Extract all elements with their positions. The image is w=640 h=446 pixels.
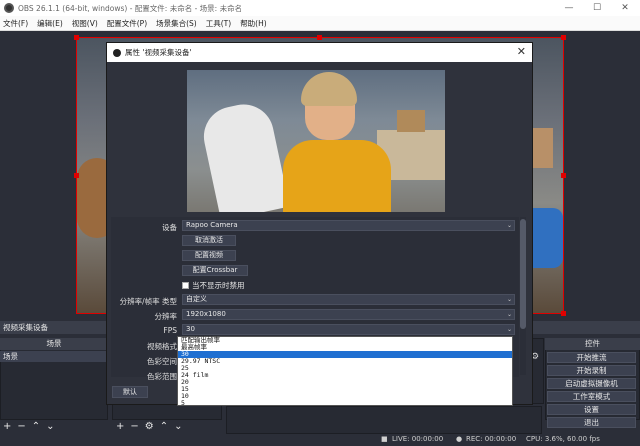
chevron-up-icon[interactable]: ⌃ <box>160 421 168 432</box>
configure-video-button[interactable]: 配置视频 <box>182 250 236 261</box>
live-timer: LIVE: 00:00:00 <box>392 435 444 443</box>
res-type-label: 分辨率/帧率 类型 <box>119 297 177 306</box>
minus-icon[interactable]: − <box>130 421 138 432</box>
menu-scene-collection[interactable]: 场景集合(S) <box>156 18 197 29</box>
list-item[interactable]: 29.97 NTSC <box>178 358 512 365</box>
menu-tools[interactable]: 工具(T) <box>206 18 231 29</box>
dialog-titlebar: 属性 '视频采集设备' ✕ <box>107 43 532 62</box>
menu-edit[interactable]: 编辑(E) <box>37 18 63 29</box>
chevron-down-icon: ⌄ <box>506 326 512 333</box>
start-streaming-button[interactable]: 开始推流 <box>547 352 636 363</box>
list-item[interactable]: 20 <box>178 379 512 386</box>
preview-image-detail <box>397 110 425 132</box>
source-name: 视频采集设备 <box>3 323 48 332</box>
fps-dropdown-list[interactable]: 匹配输出帧率 最高帧率 30 29.97 NTSC 25 24 film 20 … <box>177 336 513 407</box>
menu-help[interactable]: 帮助(H) <box>240 18 267 29</box>
resolution-select[interactable]: 1920x1080 ⌄ <box>182 309 515 320</box>
plus-icon[interactable]: + <box>116 421 124 432</box>
cpu-fps-readout: CPU: 3.6%, 60.00 fps <box>526 435 600 443</box>
properties-scrollbar[interactable] <box>520 217 526 375</box>
color-range-label: 色彩范围 <box>147 372 177 381</box>
list-item[interactable]: 最高帧率 <box>178 344 512 351</box>
gear-icon[interactable]: ⚙ <box>145 421 154 432</box>
rec-status-icon: ● <box>456 435 463 443</box>
controls-header: 控件 <box>545 338 640 350</box>
close-icon[interactable]: ✕ <box>517 45 526 58</box>
list-item[interactable]: 24 film <box>178 372 512 379</box>
resolution-value: 1920x1080 <box>186 310 226 318</box>
fps-label: FPS <box>163 326 177 335</box>
configure-crossbar-button[interactable]: 配置Crossbar <box>182 265 248 276</box>
chevron-down-icon[interactable]: ⌄ <box>174 421 182 432</box>
fps-value: 30 <box>186 325 195 333</box>
list-item[interactable]: 场景 <box>0 351 108 362</box>
list-item[interactable]: 30 <box>178 351 512 358</box>
list-item[interactable]: 匹配输出帧率 <box>178 337 512 344</box>
window-title: OBS 26.1.1 (64-bit, windows) - 配置文件: 未命名… <box>18 3 243 13</box>
preview-image-detail <box>301 72 357 106</box>
video-format-label: 视频格式 <box>147 342 177 351</box>
scenes-toolbar: + − ⌃ ⌄ <box>3 419 61 433</box>
plus-icon[interactable]: + <box>3 421 11 432</box>
menu-bar: 文件(F) 编辑(E) 视图(V) 配置文件(P) 场景集合(S) 工具(T) … <box>0 16 640 31</box>
deactivate-when-hidden-checkbox[interactable]: 当不显示时禁用 <box>182 280 245 291</box>
mixer-panel <box>226 406 542 434</box>
checkbox-box[interactable] <box>182 282 189 289</box>
preview-image-detail <box>283 140 391 212</box>
obs-logo-icon <box>113 48 121 57</box>
list-item[interactable]: 10 <box>178 393 512 400</box>
resize-handle[interactable] <box>561 35 566 40</box>
device-label: 设备 <box>162 223 177 232</box>
menu-view[interactable]: 视图(V) <box>72 18 98 29</box>
defaults-button[interactable]: 默认 <box>112 386 148 398</box>
settings-button[interactable]: 设置 <box>547 404 636 415</box>
exit-button[interactable]: 退出 <box>547 417 636 428</box>
device-value: Rapoo Camera <box>186 221 238 229</box>
start-virtual-camera-button[interactable]: 启动虚拟摄像机 <box>547 378 636 389</box>
deactivate-button[interactable]: 取消激活 <box>182 235 236 246</box>
menu-profile[interactable]: 配置文件(P) <box>107 18 147 29</box>
chevron-down-icon[interactable]: ⌄ <box>46 421 54 432</box>
fps-select[interactable]: 30 ⌄ <box>182 324 515 335</box>
resize-handle[interactable] <box>561 173 566 178</box>
chevron-down-icon: ⌄ <box>506 296 512 303</box>
resize-handle[interactable] <box>561 311 566 316</box>
close-icon[interactable]: ✕ <box>612 0 638 16</box>
start-recording-button[interactable]: 开始录制 <box>547 365 636 376</box>
color-space-label: 色彩空间 <box>147 357 177 366</box>
studio-mode-button[interactable]: 工作室模式 <box>547 391 636 402</box>
device-select[interactable]: Rapoo Camera ⌄ <box>182 220 515 231</box>
chevron-down-icon: ⌄ <box>506 222 512 229</box>
sources-toolbar: + − ⚙ ⌃ ⌄ <box>116 419 189 433</box>
obs-logo-icon <box>4 3 14 13</box>
list-item[interactable]: 15 <box>178 386 512 393</box>
camera-preview <box>187 70 445 212</box>
chevron-down-icon: ⌄ <box>506 311 512 318</box>
res-type-value: 自定义 <box>186 295 207 303</box>
scrollbar-thumb[interactable] <box>520 219 526 329</box>
chevron-up-icon[interactable]: ⌃ <box>32 421 40 432</box>
preview-image-detail <box>198 98 290 212</box>
minus-icon[interactable]: − <box>17 421 25 432</box>
live-status-icon: ■ <box>381 435 388 443</box>
minimize-icon[interactable]: — <box>556 0 582 16</box>
scenes-header: 场景 <box>0 338 108 350</box>
resize-handle[interactable] <box>317 35 322 40</box>
resize-handle[interactable] <box>74 35 79 40</box>
list-item[interactable]: 5 <box>178 400 512 407</box>
menu-file[interactable]: 文件(F) <box>3 18 28 29</box>
status-bar: ■ LIVE: 00:00:00 ● REC: 00:00:00 CPU: 3.… <box>0 434 640 446</box>
rec-timer: REC: 00:00:00 <box>466 435 517 443</box>
maximize-icon[interactable]: ☐ <box>584 0 610 16</box>
list-item[interactable]: 25 <box>178 365 512 372</box>
window-titlebar: OBS 26.1.1 (64-bit, windows) - 配置文件: 未命名… <box>0 0 640 16</box>
checkbox-label: 当不显示时禁用 <box>192 281 245 290</box>
resize-handle[interactable] <box>74 173 79 178</box>
resolution-label: 分辨率 <box>154 312 178 321</box>
res-type-select[interactable]: 自定义 ⌄ <box>182 294 515 305</box>
dialog-title: 属性 '视频采集设备' <box>125 48 192 57</box>
